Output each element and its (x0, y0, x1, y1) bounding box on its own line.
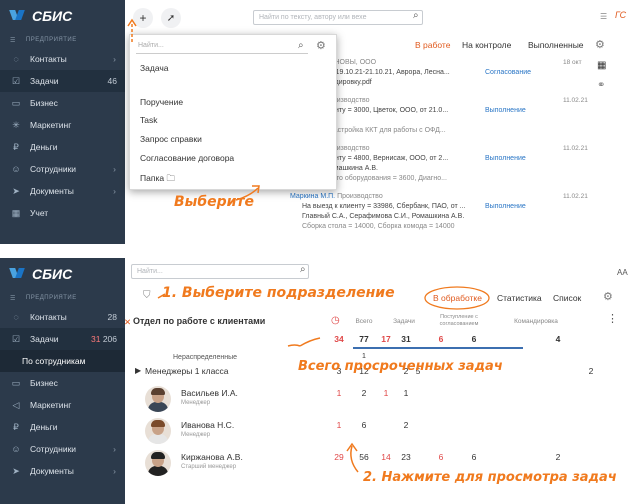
top-screenshot: СБИС ☰ ПРЕДПРИЯТИЕ ◌ Контакты › ☑ Задачи 46 ▭… (0, 0, 630, 244)
annotation-step-1: 1. Выберите подразделение (162, 285, 395, 301)
annotation-step-2: 2. Нажмите для просмотра задач (363, 470, 617, 485)
bottom-screenshot: СБИС ☰ ПРЕДПРИЯТИЕ ◌ Контакты 28 ☑ Задачи 31 … (0, 258, 630, 504)
annotation-total-overdue: Всего просроченных задач (298, 359, 503, 374)
annotation-arrows (127, 18, 260, 201)
annotation-choose: Выберите (174, 194, 255, 210)
